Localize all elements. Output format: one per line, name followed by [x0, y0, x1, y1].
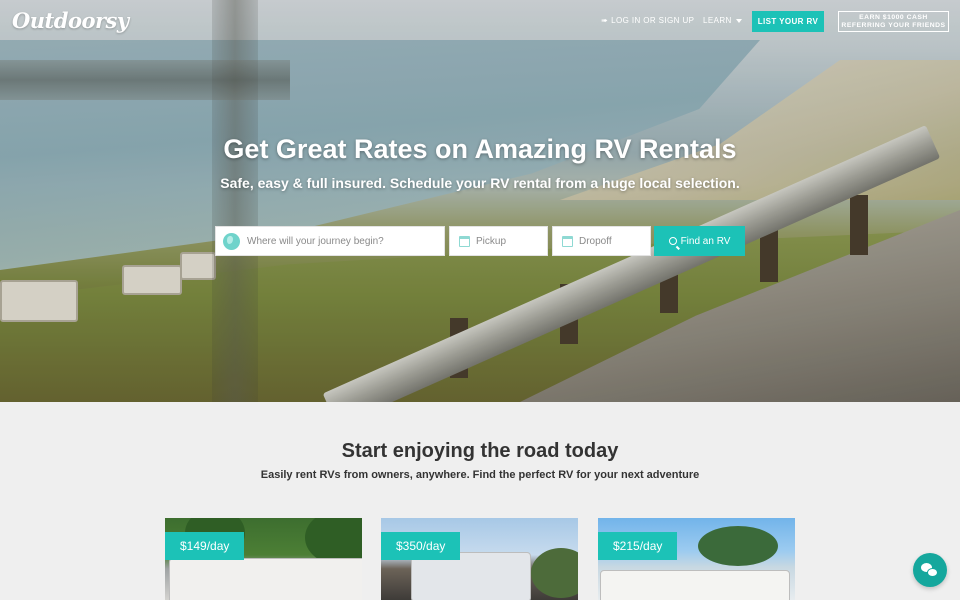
listing-card[interactable]: $350/day — [381, 518, 578, 600]
dropoff-date-input[interactable]: Dropoff — [552, 226, 651, 256]
find-rv-label: Find an RV — [680, 235, 731, 247]
earn-line-2: REFERRING YOUR FRIENDS — [841, 21, 946, 29]
find-rv-button[interactable]: Find an RV — [654, 226, 745, 256]
chevron-down-icon — [735, 18, 742, 23]
section-subtitle: Easily rent RVs from owners, anywhere. F… — [260, 469, 700, 481]
listing-card[interactable]: $149/day — [165, 518, 362, 600]
chat-icon — [921, 563, 939, 577]
pickup-placeholder: Pickup — [476, 235, 507, 247]
calendar-icon — [459, 235, 470, 247]
listing-image — [600, 570, 790, 600]
hero-title: Get Great Rates on Amazing RV Rentals — [223, 134, 737, 164]
login-icon: ➠ — [601, 16, 609, 25]
search-icon — [668, 237, 677, 245]
listing-card[interactable]: $215/day — [598, 518, 795, 600]
section-title: Start enjoying the road today — [341, 440, 619, 462]
earn-referral-button[interactable]: EARN $1000 CASH REFERRING YOUR FRIENDS — [838, 11, 949, 32]
price-badge: $350/day — [381, 532, 461, 560]
earn-line-1: EARN $1000 CASH — [859, 13, 928, 21]
price-badge: $149/day — [165, 532, 245, 560]
dropoff-placeholder: Dropoff — [579, 235, 612, 247]
listing-image — [169, 558, 362, 600]
list-rv-button[interactable]: LIST YOUR RV — [752, 11, 824, 32]
hero-banner — [0, 0, 960, 402]
login-label: LOG IN OR SIGN UP — [611, 16, 695, 25]
login-link[interactable]: ➠ LOG IN OR SIGN UP — [601, 16, 694, 25]
hero-subtitle: Safe, easy & full insured. Schedule your… — [220, 175, 740, 191]
chat-button[interactable] — [913, 553, 947, 587]
price-badge: $215/day — [598, 532, 678, 560]
globe-icon — [223, 232, 240, 250]
learn-menu[interactable]: LEARN — [703, 16, 742, 25]
learn-label: LEARN — [703, 16, 732, 25]
location-input[interactable]: Where will your journey begin? — [215, 226, 445, 256]
pickup-date-input[interactable]: Pickup — [449, 226, 548, 256]
calendar-icon — [562, 235, 573, 247]
brand-logo[interactable]: Outdoorsy — [12, 8, 129, 33]
location-placeholder: Where will your journey begin? — [247, 235, 384, 247]
